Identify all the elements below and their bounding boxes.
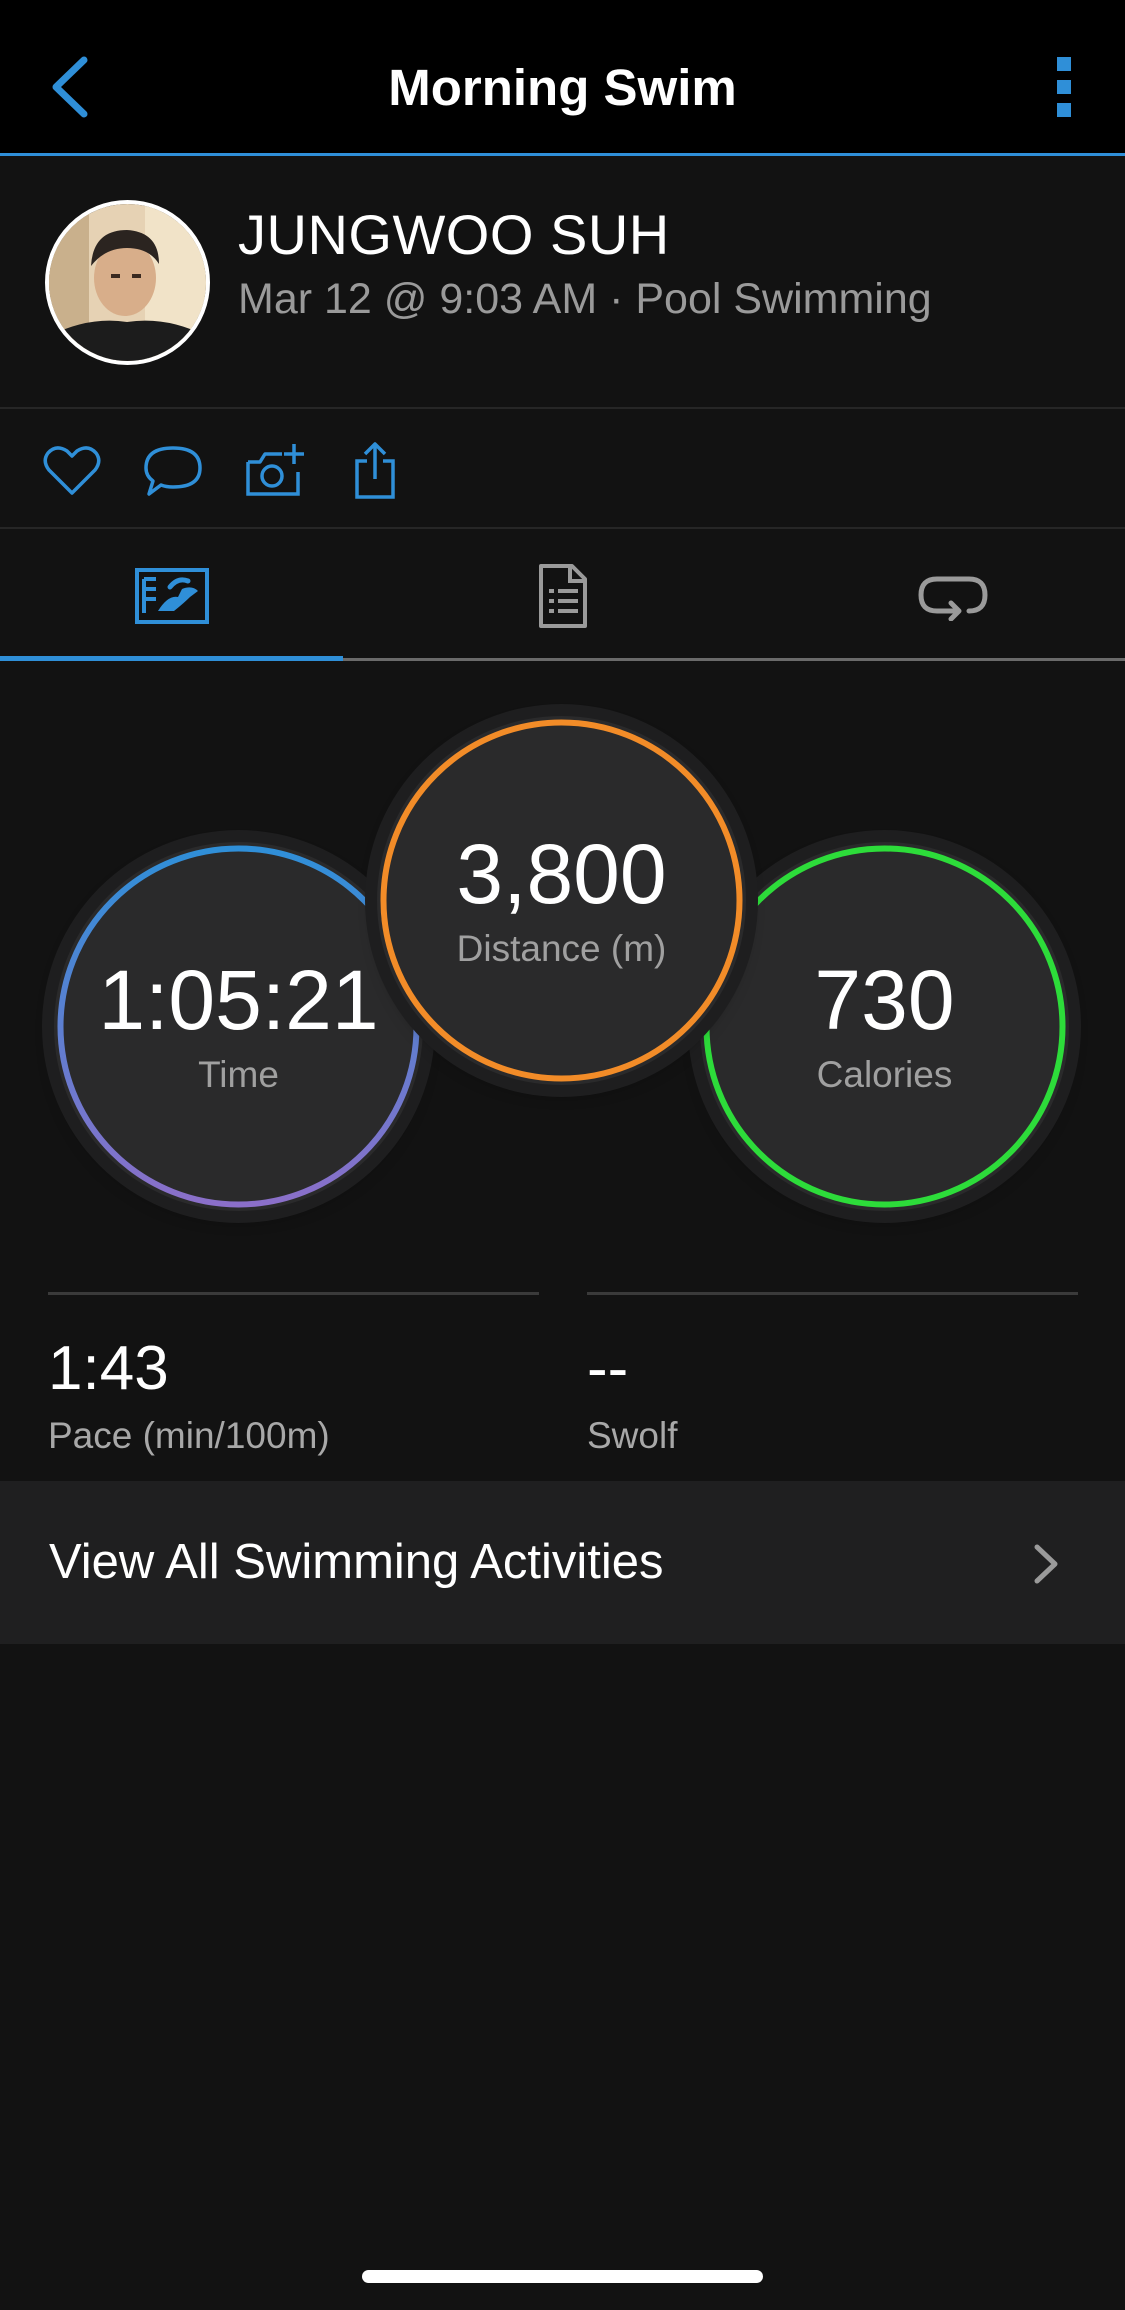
stats-tab-icon bbox=[134, 568, 209, 624]
swolf-value: -- bbox=[587, 1334, 629, 1403]
tab-laps[interactable] bbox=[765, 531, 1125, 661]
tab-bar bbox=[0, 531, 1125, 661]
heart-icon bbox=[43, 446, 101, 495]
time-label: Time bbox=[198, 1053, 279, 1095]
view-all-label: View All Swimming Activities bbox=[49, 1535, 664, 1589]
view-all-swimming-row[interactable]: View All Swimming Activities bbox=[0, 1481, 1125, 1644]
like-button[interactable] bbox=[40, 439, 104, 503]
nav-bar: Morning Swim bbox=[0, 0, 1125, 156]
details-tab-icon bbox=[538, 564, 587, 628]
calories-value: 730 bbox=[814, 952, 955, 1047]
pace-stat: 1:43 Pace (min/100m) bbox=[48, 1292, 539, 1456]
distance-label: Distance (m) bbox=[456, 927, 667, 969]
summary-stats: 1:05:21 Time 730 Calories 3,800 Distance… bbox=[0, 664, 1125, 1284]
pace-label: Pace (min/100m) bbox=[48, 1415, 330, 1456]
add-photo-icon bbox=[246, 444, 304, 496]
time-stat-circle: 1:05:21 Time bbox=[54, 842, 423, 1211]
tab-details[interactable] bbox=[375, 531, 750, 661]
comment-button[interactable] bbox=[141, 439, 205, 503]
swolf-stat: -- Swolf bbox=[587, 1292, 1078, 1456]
comment-icon bbox=[144, 446, 202, 496]
distance-value: 3,800 bbox=[456, 826, 667, 921]
avatar[interactable] bbox=[45, 200, 210, 365]
chevron-right-icon bbox=[1034, 1544, 1058, 1584]
add-photo-button[interactable] bbox=[243, 439, 307, 503]
activity-meta: Mar 12 @ 9:03 AM · Pool Swimming bbox=[238, 275, 932, 323]
share-button[interactable] bbox=[343, 439, 407, 503]
vertical-ellipsis-icon bbox=[1057, 57, 1071, 117]
calories-stat-circle: 730 Calories bbox=[700, 842, 1069, 1211]
time-value: 1:05:21 bbox=[98, 952, 379, 1047]
more-options-button[interactable] bbox=[1039, 52, 1089, 122]
activity-header: JUNGWOO SUH Mar 12 @ 9:03 AM · Pool Swim… bbox=[0, 159, 1125, 409]
distance-stat-circle: 3,800 Distance (m) bbox=[377, 716, 746, 1085]
user-photo bbox=[49, 204, 206, 361]
action-bar bbox=[0, 411, 1125, 529]
active-tab-indicator bbox=[0, 656, 343, 661]
user-name[interactable]: JUNGWOO SUH bbox=[238, 202, 670, 267]
laps-tab-icon bbox=[917, 576, 988, 621]
page-title: Morning Swim bbox=[388, 59, 737, 116]
home-indicator[interactable] bbox=[362, 2270, 763, 2283]
calories-label: Calories bbox=[816, 1053, 953, 1095]
tab-stats[interactable] bbox=[0, 531, 343, 661]
swolf-label: Swolf bbox=[587, 1415, 678, 1456]
share-icon bbox=[355, 442, 395, 499]
pace-value: 1:43 bbox=[48, 1334, 169, 1403]
